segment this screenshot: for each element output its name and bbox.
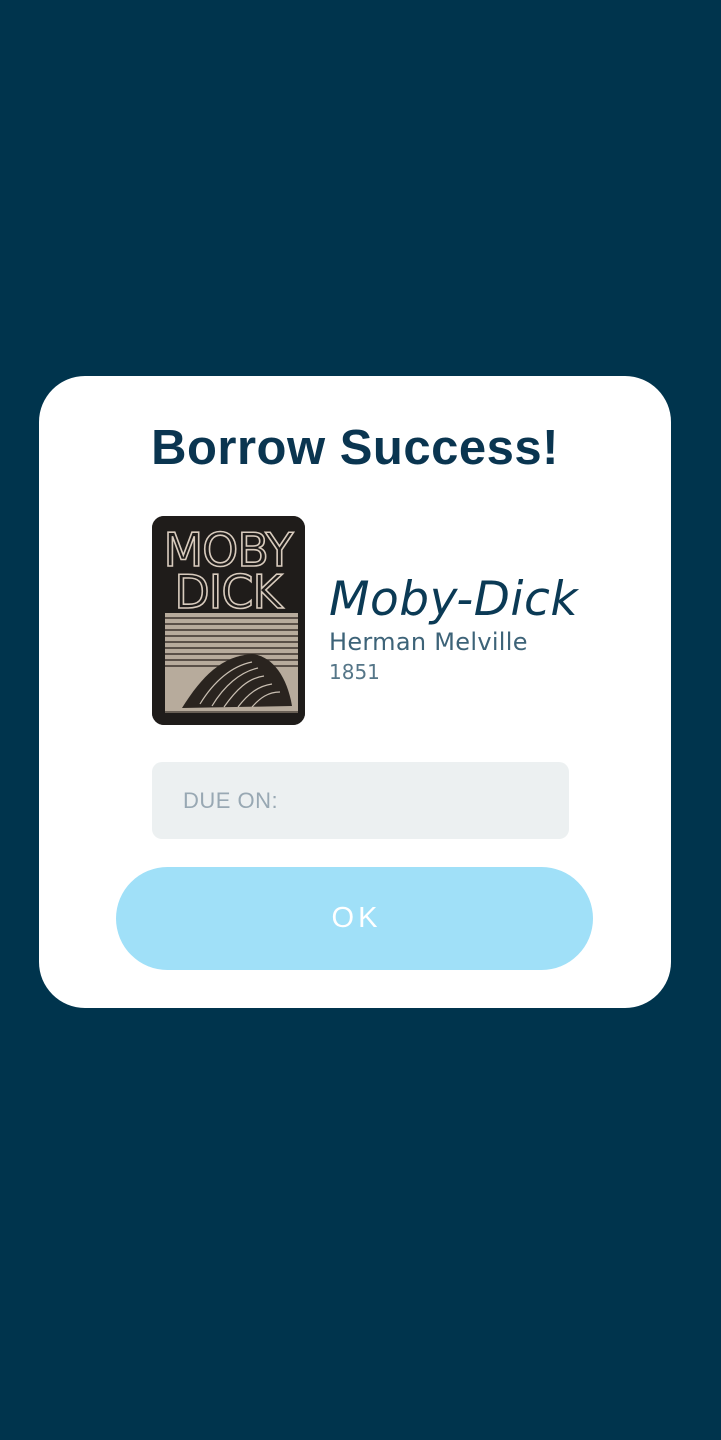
- book-year: 1851: [329, 659, 380, 684]
- ok-button[interactable]: OK: [116, 867, 593, 970]
- due-date-label: DUE ON:: [183, 788, 279, 813]
- due-date-field: DUE ON:: [152, 762, 569, 839]
- book-cover-image: MOBY DICK: [152, 516, 305, 725]
- ok-button-label: OK: [331, 902, 382, 934]
- book-title: Moby-Dick: [329, 572, 579, 627]
- borrow-success-dialog: Borrow Success! MOBY DICK Moby-Dick Herm…: [39, 376, 671, 1008]
- svg-text:DICK: DICK: [174, 565, 284, 619]
- dialog-title: Borrow Success!: [151, 421, 559, 475]
- book-author: Herman Melville: [329, 627, 528, 656]
- book-info: Moby-Dick Herman Melville 1851: [329, 574, 578, 684]
